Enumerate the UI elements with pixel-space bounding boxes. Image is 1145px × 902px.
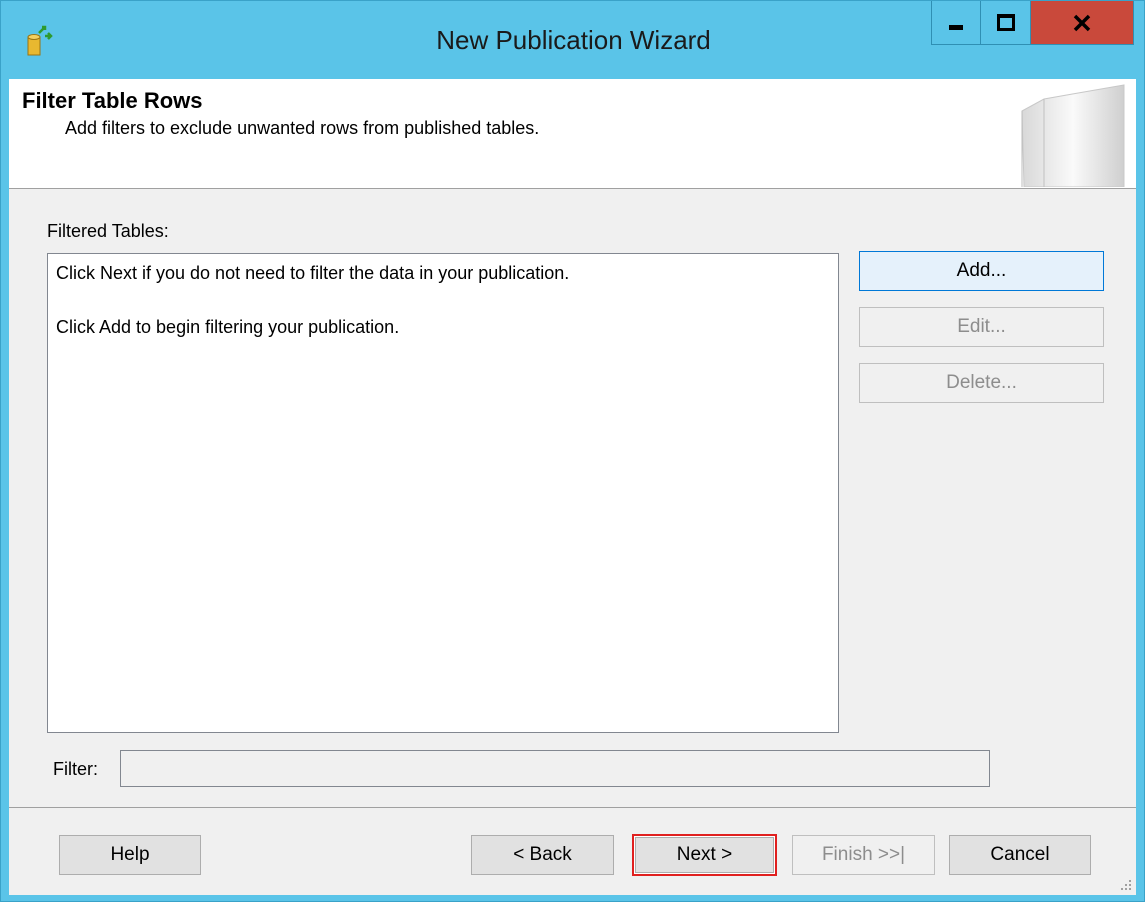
page-title: Filter Table Rows	[22, 88, 203, 113]
wizard-client-area: Filter Table Rows Add filters to exclude…	[9, 79, 1136, 895]
edit-button[interactable]: Edit...	[859, 307, 1104, 347]
footer-divider	[9, 807, 1136, 808]
minimize-icon	[949, 25, 963, 30]
back-button[interactable]: < Back	[471, 835, 614, 875]
wizard-window: New Publication Wizard Filter Table Rows…	[0, 0, 1145, 902]
cancel-button[interactable]: Cancel	[949, 835, 1091, 875]
maximize-icon	[996, 14, 1015, 31]
resize-grip-icon[interactable]	[1120, 879, 1132, 891]
close-icon	[1073, 14, 1091, 31]
delete-button[interactable]: Delete...	[859, 363, 1104, 403]
minimize-button[interactable]	[931, 1, 981, 45]
help-button[interactable]: Help	[59, 835, 201, 875]
filter-label: Filter:	[53, 759, 98, 779]
filtered-tables-list[interactable]: Click Next if you do not need to filter …	[47, 253, 839, 733]
filter-field[interactable]	[120, 750, 990, 787]
list-item: Click Next if you do not need to filter …	[56, 263, 570, 283]
maximize-button[interactable]	[981, 1, 1031, 45]
next-button[interactable]: Next >	[632, 834, 777, 876]
page-subtitle: Add filters to exclude unwanted rows fro…	[65, 118, 540, 138]
header-art-icon	[1021, 84, 1125, 187]
close-button[interactable]	[1031, 1, 1134, 45]
list-item: Click Add to begin filtering your public…	[56, 317, 400, 337]
title-bar[interactable]: New Publication Wizard	[1, 1, 1144, 79]
finish-button[interactable]: Finish >>|	[792, 835, 935, 875]
add-button[interactable]: Add...	[859, 251, 1104, 291]
filtered-tables-label: Filtered Tables:	[47, 221, 169, 241]
wizard-header: Filter Table Rows Add filters to exclude…	[9, 79, 1136, 189]
